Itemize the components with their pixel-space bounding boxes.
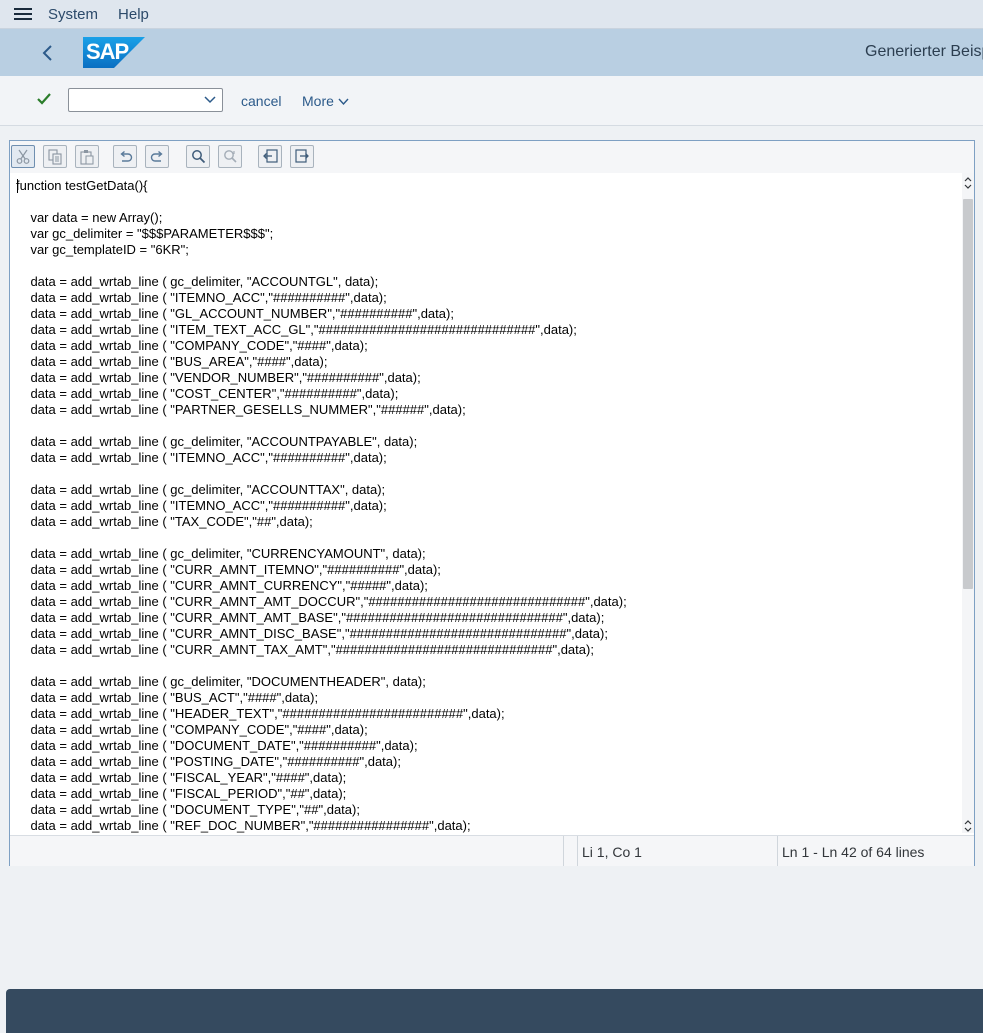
- status-divider: [777, 836, 778, 866]
- command-dropdown[interactable]: [68, 88, 223, 112]
- undo-icon: [120, 150, 133, 162]
- chevron-down-icon[interactable]: [204, 95, 216, 105]
- status-divider: [577, 836, 578, 866]
- sap-logo-text: SAP: [86, 39, 129, 64]
- text-caret: [17, 179, 18, 193]
- find-button[interactable]: [186, 145, 210, 168]
- clipboard-icon: [80, 150, 94, 165]
- import-button[interactable]: [258, 145, 282, 168]
- undo-button[interactable]: [113, 145, 137, 168]
- code-editor: function testGetData(){ var data = new A…: [9, 140, 975, 866]
- cursor-position: Li 1, Co 1: [582, 844, 642, 860]
- find-next-button[interactable]: [218, 145, 242, 168]
- vertical-scrollbar[interactable]: [962, 173, 974, 833]
- menu-bar: System Help: [0, 0, 983, 29]
- line-range: Ln 1 - Ln 42 of 64 lines: [782, 844, 925, 860]
- shell-header: SAP Generierter Beisp: [0, 29, 983, 76]
- cut-button[interactable]: [11, 145, 35, 168]
- copy-icon: [48, 149, 62, 165]
- hamburger-menu-icon[interactable]: [14, 7, 32, 21]
- redo-button[interactable]: [145, 145, 169, 168]
- chevron-down-icon: [338, 98, 349, 106]
- more-button[interactable]: More: [302, 93, 349, 109]
- export-button[interactable]: [290, 145, 314, 168]
- search-next-icon: [224, 150, 237, 163]
- scroll-down-icon[interactable]: [964, 819, 972, 833]
- editor-status-bar: Li 1, Co 1 Ln 1 - Ln 42 of 64 lines: [10, 835, 974, 866]
- scroll-up-icon[interactable]: [964, 176, 972, 190]
- more-button-label: More: [302, 93, 334, 109]
- status-divider: [563, 836, 564, 866]
- confirm-check-icon[interactable]: [36, 91, 52, 107]
- scrollbar-thumb[interactable]: [963, 199, 973, 589]
- back-arrow-icon[interactable]: [40, 44, 54, 62]
- page-title: Generierter Beisp: [865, 43, 983, 60]
- code-content: function testGetData(){ var data = new A…: [16, 178, 627, 833]
- scissors-icon: [16, 149, 30, 164]
- search-icon: [192, 150, 206, 164]
- menu-item-system[interactable]: System: [48, 6, 98, 23]
- menu-item-help[interactable]: Help: [118, 6, 149, 23]
- editor-toolbar: [10, 141, 974, 173]
- import-icon: [263, 149, 278, 163]
- cancel-button[interactable]: cancel: [241, 93, 281, 109]
- paste-button[interactable]: [75, 145, 99, 168]
- export-icon: [295, 149, 309, 163]
- code-text-area[interactable]: function testGetData(){ var data = new A…: [10, 173, 962, 833]
- footer-bar: [6, 989, 983, 1033]
- application-toolbar: cancel More: [0, 76, 983, 126]
- redo-icon: [150, 150, 163, 162]
- copy-button[interactable]: [43, 145, 67, 168]
